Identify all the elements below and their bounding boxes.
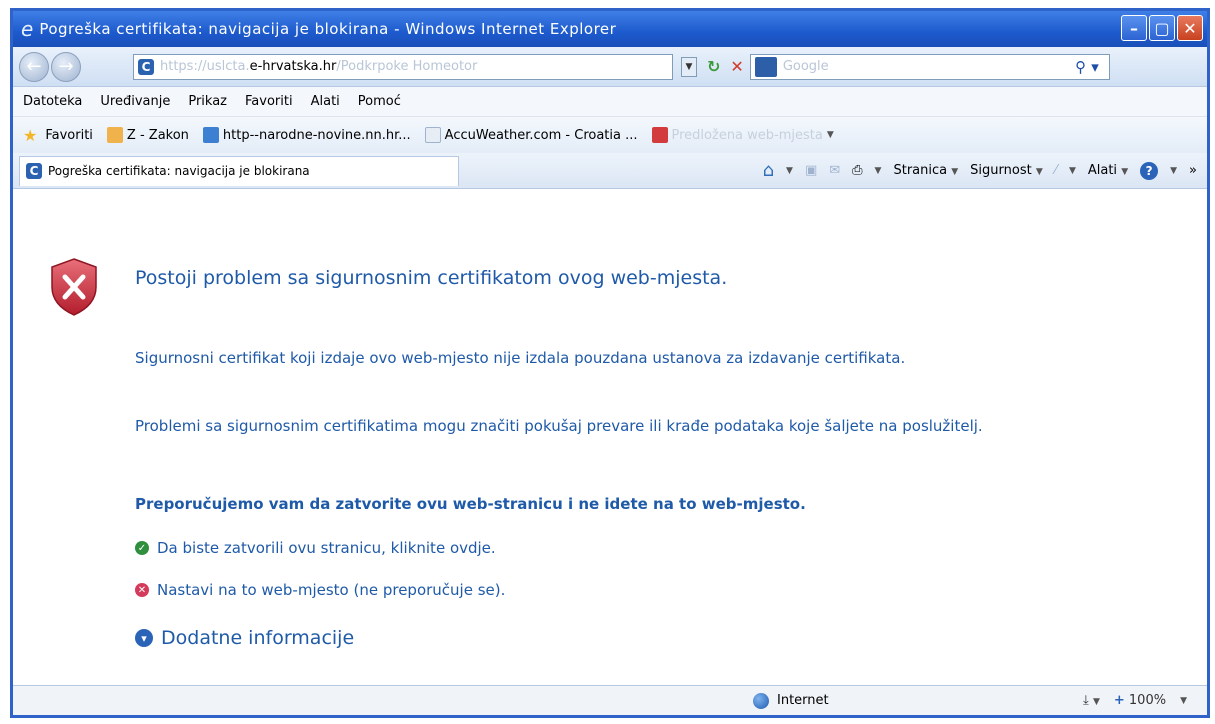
favorites-button[interactable]: ★ Favoriti (23, 126, 93, 145)
menu-item-tools[interactable]: Alati (311, 94, 340, 109)
favorite-suggested-sites[interactable]: Predložena web-mjesta ▼ (651, 127, 834, 143)
warning-paragraph: Problemi sa sigurnosnim certifikatima mo… (135, 417, 983, 435)
globe-icon (753, 692, 769, 709)
print-icon[interactable]: ⎙ (852, 163, 862, 178)
security-zone-label: Internet (777, 693, 829, 708)
menu-item-view[interactable]: Prikaz (188, 94, 227, 109)
add-favorite-icon (106, 127, 123, 143)
title-bar: e Pogreška certifikata: navigacija je bl… (13, 11, 1207, 47)
safety-menu[interactable]: Sigurnost ▼ (970, 163, 1043, 178)
maximize-button[interactable]: ▢ (1149, 15, 1175, 41)
tab-row: C Pogreška certifikata: navigacija je bl… (13, 153, 1207, 189)
compatibility-icon[interactable]: ⁄ (1055, 163, 1057, 178)
address-dropdown-icon[interactable]: ▼ (681, 56, 697, 77)
zoom-dropdown-icon[interactable]: ▼ (1180, 696, 1187, 706)
menu-item-help[interactable]: Pomoć (358, 94, 401, 109)
minimize-button[interactable]: – (1121, 15, 1147, 41)
favorite-label: Z - Zakon (126, 127, 189, 143)
expand-icon: ▾ (135, 629, 153, 647)
command-bar: ⌂ ▼ ▣ ✉ ⎙ ▼ Stranica ▼ Sigurnost ▼ ⁄ ▼ A… (763, 160, 1207, 181)
ie-page-icon (202, 127, 219, 143)
close-button[interactable]: ✕ (1177, 15, 1203, 41)
address-row: ← → C https://uslcta. e-hrvatska.hr /Pod… (13, 47, 1207, 87)
menu-item-file[interactable]: Datoteka (23, 94, 82, 109)
continue-link[interactable]: ✕ Nastavi na to web-mjesto (ne preporuču… (135, 581, 505, 599)
menu-bar: Datoteka Uređivanje Prikaz Favoriti Alat… (13, 87, 1207, 117)
chevron-down-icon[interactable]: ▼ (1069, 166, 1076, 176)
page-icon (424, 127, 441, 143)
favorite-narodne-novine[interactable]: http--narodne-novine.nn.hr... (202, 127, 411, 143)
favorite-label: http--narodne-novine.nn.hr... (222, 127, 411, 143)
menu-item-favorites[interactable]: Favoriti (245, 94, 293, 109)
chevron-down-icon[interactable]: ▼ (875, 166, 882, 176)
active-tab[interactable]: C Pogreška certifikata: navigacija je bl… (19, 155, 459, 186)
close-page-link[interactable]: ✓ Da biste zatvorili ovu stranicu, klikn… (135, 539, 496, 557)
search-placeholder: Google (782, 59, 829, 74)
chevron-down-icon[interactable]: ▼ (1170, 166, 1177, 176)
home-icon[interactable]: ⌂ (763, 160, 774, 181)
favorite-label: AccuWeather.com - Croatia ... (444, 127, 638, 143)
address-bar[interactable]: C https://uslcta. e-hrvatska.hr /Podkrpo… (133, 53, 673, 80)
suggested-sites-icon (651, 127, 668, 143)
tab-label: Pogreška certifikata: navigacija je blok… (48, 164, 310, 178)
zoom-label: 100% (1128, 693, 1167, 708)
continue-link-label: Nastavi na to web-mjesto (ne preporučuje… (157, 581, 506, 599)
certificate-error-icon[interactable]: C (138, 58, 154, 75)
feeds-icon[interactable]: ▣ (805, 163, 817, 178)
shield-error-small-icon: ✕ (135, 583, 149, 597)
search-provider-icon (754, 56, 777, 77)
safety-menu-label: Sigurnost (970, 163, 1032, 178)
page-menu-label: Stranica (893, 163, 948, 178)
more-info-label: Dodatne informacije (161, 627, 355, 649)
window-title: Pogreška certifikata: navigacija je blok… (39, 20, 617, 38)
recommendation-text: Preporučujemo vam da zatvorite ovu web-s… (135, 495, 806, 513)
url-prefix: https://uslcta. (160, 59, 250, 74)
tools-menu-label: Alati (1087, 163, 1118, 178)
chevron-down-icon: ▼ (826, 130, 834, 140)
zoom-control[interactable]: + 100% (1114, 693, 1166, 708)
protected-mode-icon[interactable]: ⤓ ▼ (1083, 693, 1100, 708)
favorites-bar: ★ Favoriti Z - Zakon http--narodne-novin… (13, 117, 1207, 153)
page-title: Postoji problem sa sigurnosnim certifika… (135, 267, 728, 289)
search-box[interactable]: Google ⚲ ▾ (749, 53, 1110, 80)
favorites-label: Favoriti (45, 127, 93, 143)
address-tools: ▼ ↻ ✕ (681, 56, 744, 77)
page-menu[interactable]: Stranica ▼ (893, 163, 958, 178)
refresh-icon[interactable]: ↻ (707, 57, 720, 76)
page-content: Postoji problem sa sigurnosnim certifika… (13, 189, 1207, 689)
favorite-label: Predložena web-mjesta (671, 127, 823, 143)
back-button[interactable]: ← (19, 51, 49, 82)
certificate-error-icon: C (26, 163, 42, 179)
window-controls: – ▢ ✕ (1121, 15, 1203, 41)
favorite-zakon[interactable]: Z - Zakon (106, 127, 189, 143)
mail-icon[interactable]: ✉ (829, 163, 840, 178)
close-page-link-label: Da biste zatvorili ovu stranicu, kliknit… (157, 539, 496, 557)
star-icon: ★ (23, 125, 38, 145)
shield-error-icon (51, 258, 97, 316)
shield-check-icon: ✓ (135, 541, 149, 555)
url-host: e-hrvatska.hr (249, 59, 337, 74)
chevron-down-icon[interactable]: ▼ (786, 166, 793, 176)
status-bar: Internet ⤓ ▼ + 100% ▼ (13, 685, 1207, 715)
description-paragraph: Sigurnosni certifikat koji izdaje ovo we… (135, 349, 906, 367)
menu-item-edit[interactable]: Uređivanje (100, 94, 170, 109)
ie-window: e Pogreška certifikata: navigacija je bl… (10, 8, 1210, 718)
favorite-accuweather[interactable]: AccuWeather.com - Croatia ... (424, 127, 638, 143)
more-info-link[interactable]: ▾ Dodatne informacije (135, 627, 354, 649)
search-icon[interactable]: ⚲ ▾ (1075, 58, 1099, 76)
tools-menu[interactable]: Alati ▼ (1088, 163, 1128, 178)
security-zone[interactable]: Internet (753, 692, 829, 709)
stop-icon[interactable]: ✕ (730, 57, 743, 76)
status-tools: ⤓ ▼ + 100% ▼ (1083, 693, 1187, 708)
url-suffix: /Podkrpoke Homeotor (336, 59, 478, 74)
ie-logo-icon: e (21, 17, 34, 41)
zoom-icon: + (1113, 693, 1125, 708)
help-icon[interactable]: ? (1140, 161, 1159, 180)
forward-button[interactable]: → (51, 51, 81, 82)
more-commands[interactable]: » (1189, 163, 1197, 178)
